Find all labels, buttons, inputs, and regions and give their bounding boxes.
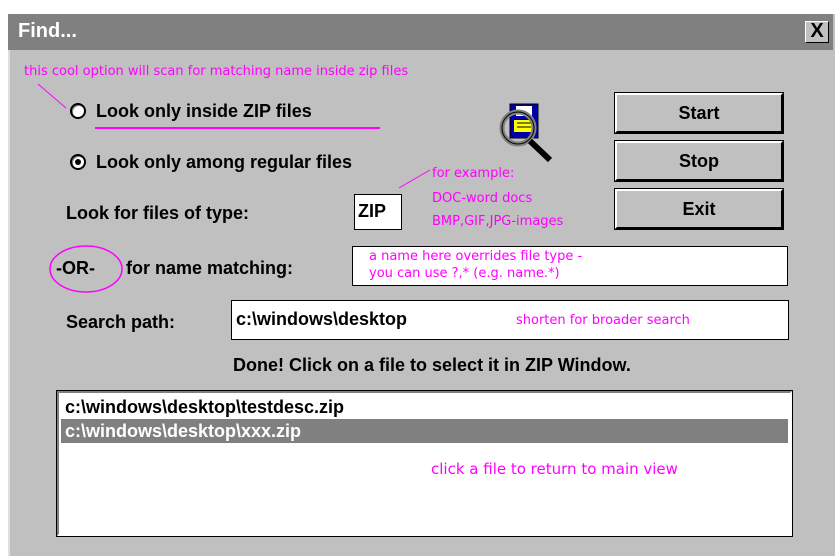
override-annotation-1: a name here overrides file type - xyxy=(369,249,583,264)
regular-radio-label[interactable]: Look only among regular files xyxy=(96,152,352,173)
file-type-value: ZIP xyxy=(358,201,387,221)
floppy-magnifier-icon xyxy=(499,103,553,163)
results-list[interactable]: c:\windows\desktop\testdesc.zip c:\windo… xyxy=(56,390,793,537)
example-annotation-doc: DOC-word docs xyxy=(432,191,533,206)
regular-radio[interactable] xyxy=(70,154,86,170)
click-file-annotation: click a file to return to main view xyxy=(431,460,678,478)
search-path-value: c:\windows\desktop xyxy=(236,309,408,329)
stop-button[interactable]: Stop xyxy=(614,140,784,182)
file-type-input[interactable]: ZIP xyxy=(354,194,402,230)
zip-radio-label[interactable]: Look only inside ZIP files xyxy=(96,101,312,122)
exit-button[interactable]: Exit xyxy=(614,188,784,230)
status-text: Done! Click on a file to select it in ZI… xyxy=(233,355,631,375)
radio-selected-dot xyxy=(75,159,81,165)
find-dialog: Find... X this cool option will scan for… xyxy=(0,0,835,556)
example-annotation-title: for example: xyxy=(432,166,515,181)
name-matching-label: for name matching: xyxy=(126,258,294,278)
override-annotation-2: you can use ?,* (e.g. name.*) xyxy=(369,266,560,281)
file-type-label: Look for files of type: xyxy=(66,203,250,223)
start-button[interactable]: Start xyxy=(614,92,784,134)
search-path-label: Search path: xyxy=(66,312,176,332)
or-label: -OR- xyxy=(56,258,95,278)
list-item[interactable]: c:\windows\desktop\testdesc.zip xyxy=(61,395,788,419)
list-item-selected[interactable]: c:\windows\desktop\xxx.zip xyxy=(61,419,788,443)
search-path-input[interactable]: c:\windows\desktop shorten for broader s… xyxy=(231,300,789,340)
shorten-annotation: shorten for broader search xyxy=(516,313,690,328)
name-matching-input[interactable]: a name here overrides file type - you ca… xyxy=(352,246,788,286)
zip-radio[interactable] xyxy=(70,103,86,119)
example-pointer-line xyxy=(398,169,431,189)
zip-pointer-line xyxy=(37,83,67,109)
example-annotation-images: BMP,GIF,JPG-images xyxy=(432,214,564,229)
